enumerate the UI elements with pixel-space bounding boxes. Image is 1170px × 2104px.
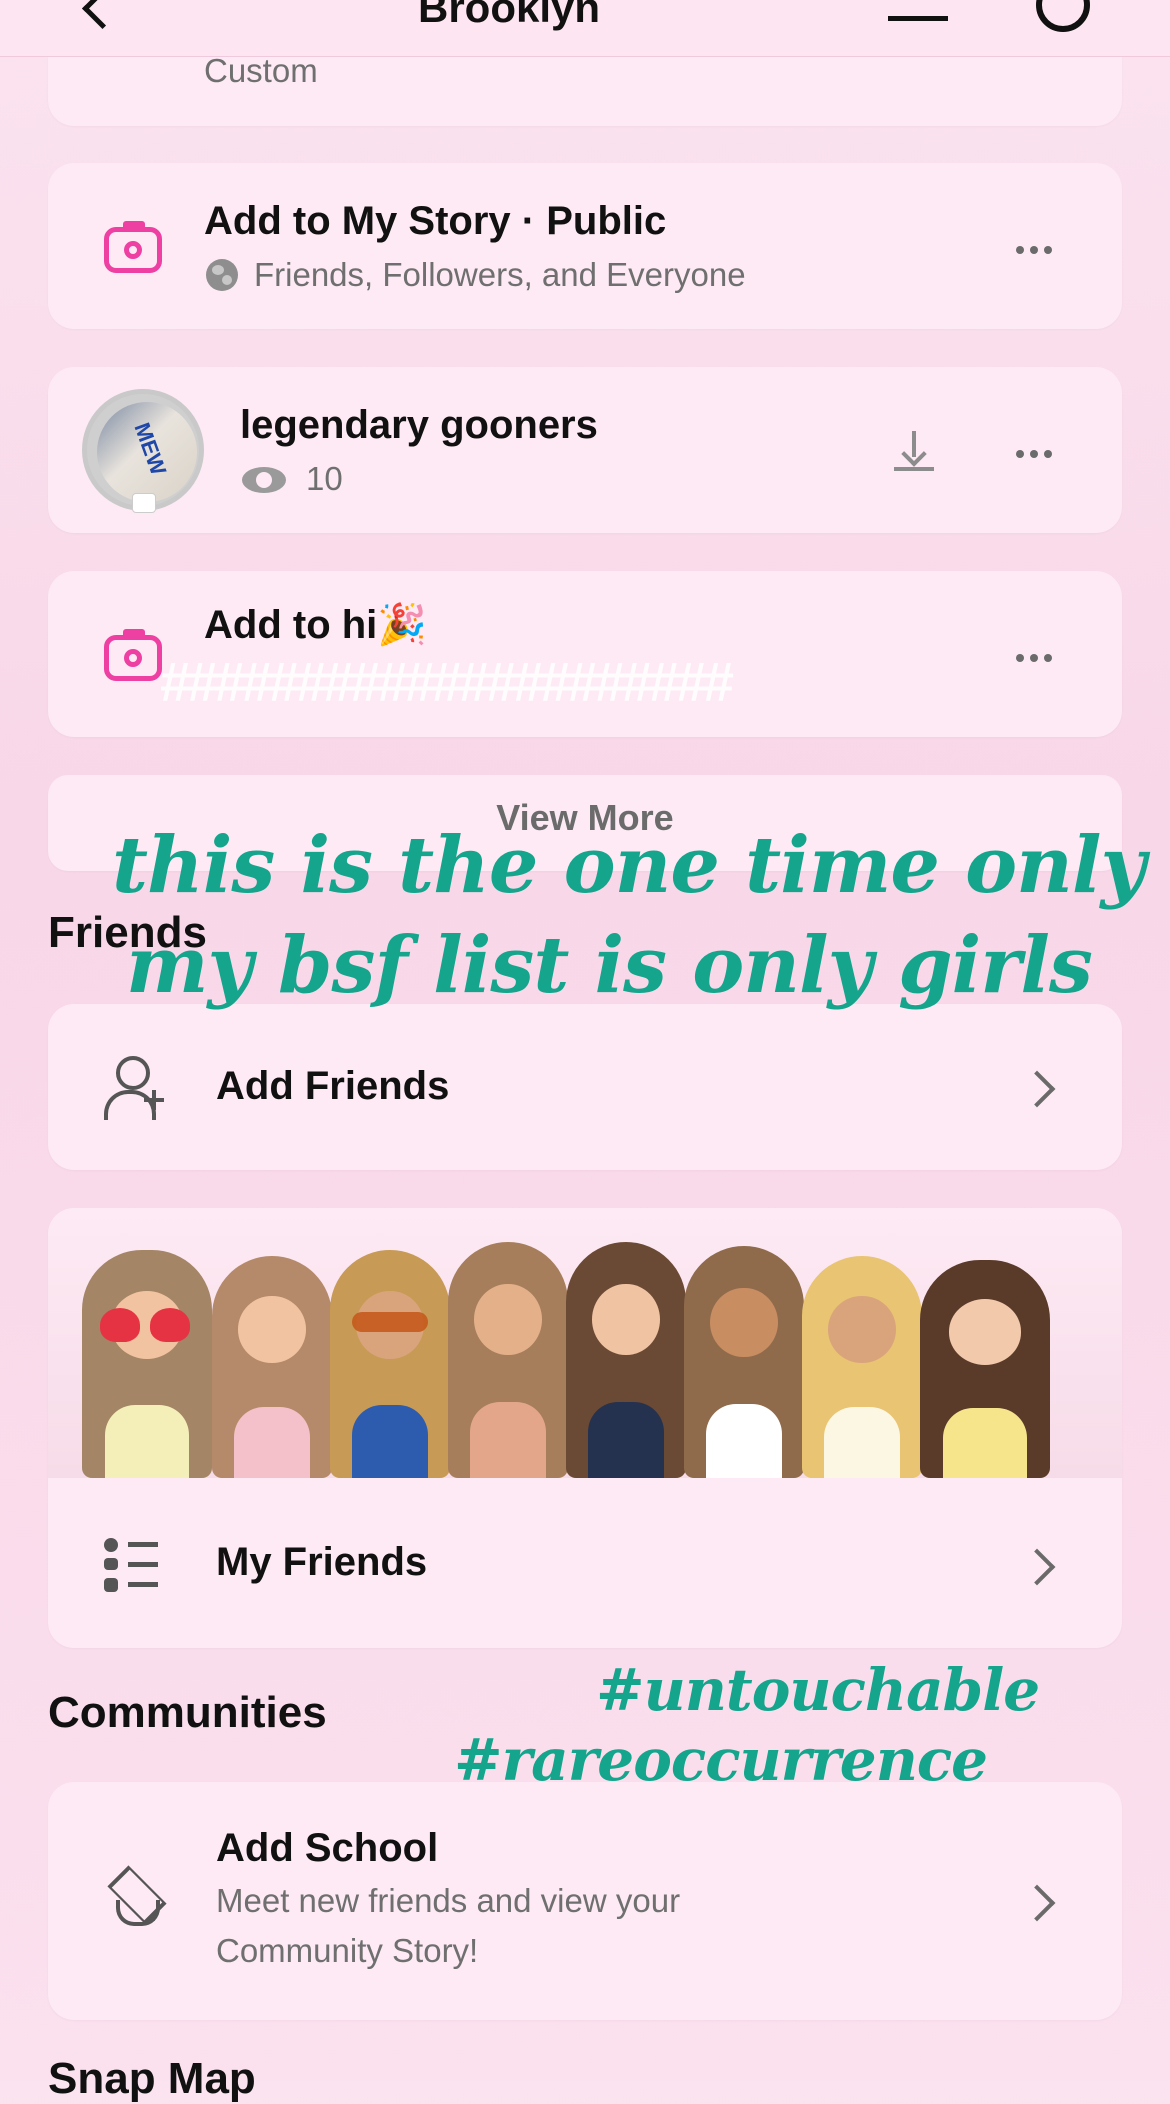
- bitmoji-avatar: [684, 1246, 804, 1478]
- snap-map-heading: Snap Map: [48, 2054, 256, 2103]
- list-icon: [104, 1538, 160, 1596]
- globe-icon: [206, 259, 238, 291]
- add-school-row[interactable]: Add School Meet new friends and view you…: [48, 1782, 1122, 2020]
- story-public-title: Add to My Story · Public: [204, 199, 667, 243]
- chevron-right-icon: [1018, 1548, 1056, 1586]
- chevron-right-icon: [1018, 1884, 1056, 1922]
- lock-icon: [132, 493, 156, 513]
- more-options-icon[interactable]: [1016, 649, 1060, 662]
- bitmoji-avatar: [330, 1250, 450, 1478]
- group-story-subtitle: #####################: [160, 650, 734, 713]
- caption-line-1: this is the one time only: [112, 820, 1146, 911]
- private-story-title: legendary gooners: [240, 403, 598, 447]
- more-options-icon[interactable]: [1016, 241, 1060, 254]
- sunglasses-icon: [352, 1312, 428, 1332]
- download-icon[interactable]: [894, 431, 934, 471]
- bitmoji-avatar: [802, 1256, 922, 1478]
- hashtag-untouchable: #untouchable: [596, 1656, 1040, 1724]
- heart-eyes-icon: [100, 1308, 140, 1342]
- camera-icon: [104, 629, 162, 681]
- camera-icon: [104, 221, 162, 273]
- add-friends-label: Add Friends: [216, 1064, 450, 1108]
- bitmoji-avatar: [212, 1256, 332, 1478]
- bitmoji-avatar: [566, 1242, 686, 1478]
- add-school-title: Add School: [216, 1826, 439, 1870]
- page-title: Brooklyn: [418, 0, 601, 31]
- add-to-group-story-row[interactable]: Add to hi🎉 #####################: [48, 571, 1122, 737]
- story-public-subtitle: Friends, Followers, and Everyone: [254, 256, 746, 293]
- hashtag-rareoccurrence: #rareoccurrence: [454, 1726, 988, 1794]
- communities-heading: Communities: [48, 1688, 327, 1737]
- bitmoji-avatar: [82, 1250, 212, 1478]
- group-story-title: Add to hi🎉: [204, 603, 428, 647]
- add-school-subtitle-2: Community Story!: [216, 1932, 479, 1969]
- my-friends-card[interactable]: My Friends: [48, 1208, 1122, 1648]
- add-friends-row[interactable]: Add Friends: [48, 1004, 1122, 1170]
- chevron-right-icon: [1018, 1070, 1056, 1108]
- view-count: 10: [306, 460, 343, 497]
- private-story-row[interactable]: MEW legendary gooners 10: [48, 367, 1122, 533]
- download-icon[interactable]: [888, 0, 948, 21]
- add-to-my-story-public-row[interactable]: Add to My Story · Public Friends, Follow…: [48, 163, 1122, 329]
- top-bar: Brooklyn: [0, 0, 1170, 57]
- back-arrow-icon[interactable]: [81, 0, 124, 30]
- custom-subtitle: Custom: [204, 52, 318, 89]
- bitmoji-avatar: [448, 1242, 568, 1478]
- caption-line-2: my bsf list is only girls: [126, 920, 1093, 1011]
- my-friends-label: My Friends: [216, 1540, 428, 1584]
- add-school-subtitle-1: Meet new friends and view your: [216, 1882, 681, 1919]
- bitmoji-avatar: [920, 1260, 1050, 1478]
- eye-icon: [242, 467, 286, 493]
- more-options-icon[interactable]: [1016, 445, 1060, 458]
- friends-bitmoji-banner: [48, 1208, 1122, 1478]
- add-friend-icon: [104, 1056, 164, 1120]
- gear-icon[interactable]: [1036, 0, 1090, 32]
- graduation-cap-icon: [100, 1865, 170, 1928]
